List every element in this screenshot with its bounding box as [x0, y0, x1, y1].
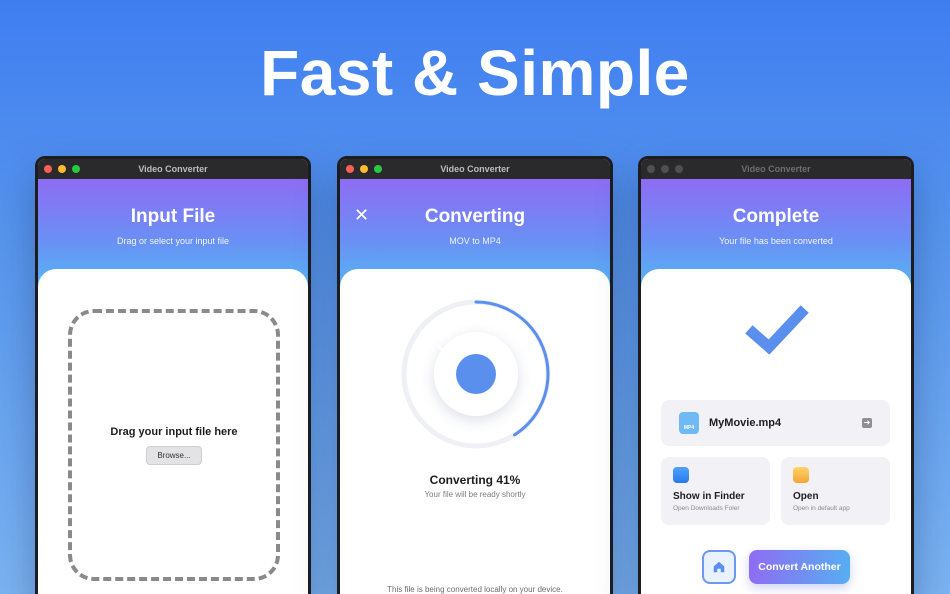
window-title: Video Converter	[138, 164, 208, 174]
titlebar: Video Converter	[340, 159, 610, 179]
open-app-icon	[793, 467, 809, 483]
convert-another-button[interactable]: Convert Another	[749, 550, 850, 584]
page-title: Input File	[130, 206, 216, 227]
close-window-button[interactable]	[44, 165, 52, 173]
zoom-window-button[interactable]	[374, 165, 382, 173]
file-type-badge: MP4	[683, 425, 695, 431]
window-title: Video Converter	[741, 164, 811, 174]
show-in-finder-title: Show in Finder	[673, 491, 745, 502]
folder-icon	[673, 467, 689, 483]
progress-ring	[398, 296, 554, 452]
zoom-window-button[interactable]	[72, 165, 80, 173]
close-window-button[interactable]	[647, 165, 655, 173]
page-subtitle: Drag or select your input file	[116, 236, 230, 246]
mp4-file-icon: MP4	[679, 412, 699, 434]
progress-center	[434, 332, 518, 416]
cancel-icon[interactable]: ✕	[354, 205, 369, 226]
page-subtitle: MOV to MP4	[449, 236, 501, 246]
window-title: Video Converter	[440, 164, 510, 174]
open-file-title: Open	[793, 491, 819, 502]
page-title: Complete	[732, 206, 820, 227]
page-title: Converting	[424, 206, 526, 227]
show-in-finder-subtitle: Open Downloads Foler	[673, 505, 740, 512]
content-panel: MP4 MyMovie.mp4 ➔ Show in Finder Open Do…	[641, 269, 911, 594]
conversion-status: Converting 41%	[429, 473, 521, 487]
local-conversion-note: This file is being converted locally on …	[387, 585, 563, 594]
close-window-button[interactable]	[346, 165, 354, 173]
output-file-name: MyMovie.mp4	[709, 417, 782, 429]
open-file-button[interactable]: Open Open in default app	[781, 457, 890, 525]
content-panel: Drag your input file here Browse...	[38, 269, 308, 594]
titlebar: Video Converter	[641, 159, 911, 179]
sync-icon	[436, 333, 496, 394]
minimize-window-button[interactable]	[661, 165, 669, 173]
home-button[interactable]	[702, 550, 736, 584]
output-file-card[interactable]: MP4 MyMovie.mp4 ➔	[661, 400, 890, 446]
show-in-finder-button[interactable]: Show in Finder Open Downloads Foler	[661, 457, 770, 525]
arrow-right-icon[interactable]: ➔	[862, 418, 872, 428]
converting-window: Video Converter ✕ Converting MOV to MP4	[337, 156, 613, 594]
conversion-substatus: Your file will be ready shortly	[424, 490, 526, 499]
drop-zone[interactable]: Drag your input file here Browse...	[68, 309, 280, 581]
browse-button[interactable]: Browse...	[146, 445, 202, 465]
content-panel: Converting 41% Your file will be ready s…	[340, 269, 610, 594]
drop-zone-label: Drag your input file here	[110, 425, 238, 438]
page-subtitle: Your file has been converted	[719, 236, 833, 246]
home-icon	[713, 561, 725, 573]
complete-window: Video Converter Complete Your file has b…	[638, 156, 914, 594]
zoom-window-button[interactable]	[675, 165, 683, 173]
input-file-window: Video Converter Input File Drag or selec…	[35, 156, 311, 594]
headline: Fast & Simple	[260, 37, 690, 109]
checkmark-icon	[745, 305, 809, 362]
minimize-window-button[interactable]	[360, 165, 368, 173]
open-file-subtitle: Open in default app	[793, 505, 850, 512]
titlebar: Video Converter	[38, 159, 308, 179]
minimize-window-button[interactable]	[58, 165, 66, 173]
